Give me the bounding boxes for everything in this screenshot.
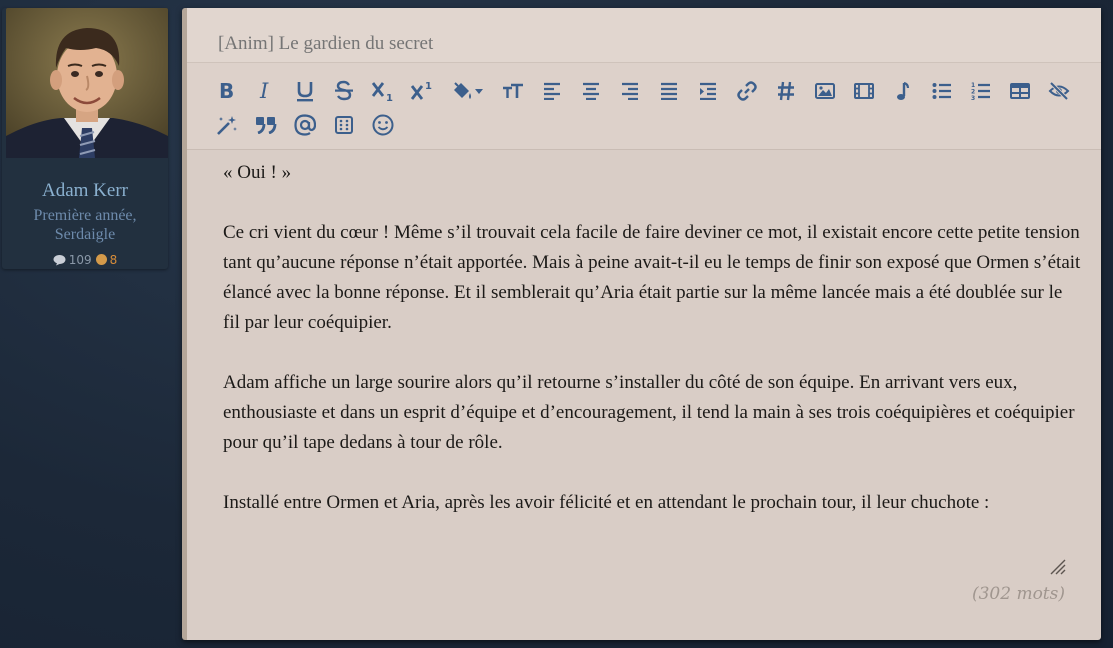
paragraph-4: Installé entre Ormen et Aria, après les …	[223, 492, 990, 513]
table-button[interactable]	[1000, 76, 1039, 106]
mention-button[interactable]	[285, 110, 324, 140]
at-sign-icon	[293, 114, 316, 136]
post-body-textarea[interactable]: « Oui ! » Ce cri vient du cœur ! Même s’…	[223, 158, 1083, 548]
points-count: 8	[109, 253, 118, 267]
table-icon	[1009, 83, 1030, 99]
bold-button[interactable]: B	[207, 76, 246, 106]
link-icon	[736, 81, 757, 101]
dice-icon	[334, 116, 353, 134]
image-icon	[814, 83, 835, 99]
align-justify-icon	[660, 82, 677, 100]
italic-button[interactable]: I	[246, 76, 285, 106]
title-input[interactable]	[187, 8, 1101, 62]
film-icon	[853, 83, 874, 99]
toolbar-row-2	[207, 110, 402, 140]
profile-rank-year: Première année,	[33, 207, 137, 224]
post-editor: B I 1 1	[182, 8, 1101, 640]
smiley-icon	[372, 114, 393, 136]
italic-icon: I	[259, 81, 269, 101]
font-size-button[interactable]	[493, 76, 532, 106]
indent-icon	[699, 82, 716, 100]
underline-button[interactable]	[285, 76, 324, 106]
paragraph-1: « Oui ! »	[223, 162, 292, 183]
svg-text:3: 3	[971, 95, 975, 101]
profile-name[interactable]: Adam Kerr	[2, 180, 168, 202]
magic-wand-icon	[216, 116, 237, 135]
emoji-button[interactable]	[363, 110, 402, 140]
link-button[interactable]	[727, 76, 766, 106]
post-count: 109	[68, 253, 92, 267]
numbered-list-icon: 123	[971, 82, 990, 101]
profile-rank-house: Serdaigle	[54, 226, 116, 243]
align-left-icon	[543, 82, 560, 100]
svg-text:1: 1	[386, 93, 393, 102]
avatar-portrait	[6, 8, 168, 158]
subscript-icon: 1	[371, 82, 393, 102]
hide-button[interactable]	[1039, 76, 1078, 106]
fill-color-icon	[454, 82, 483, 99]
align-left-button[interactable]	[532, 76, 571, 106]
superscript-button[interactable]: 1	[402, 76, 441, 106]
dice-button[interactable]	[324, 110, 363, 140]
video-button[interactable]	[844, 76, 883, 106]
fill-color-button[interactable]	[441, 76, 493, 106]
font-size-icon	[502, 83, 523, 98]
paragraph-3: Adam affiche un large sourire alors qu’i…	[223, 372, 1075, 453]
align-justify-button[interactable]	[649, 76, 688, 106]
profile-card: Adam Kerr Première année, Serdaigle 109 8	[2, 8, 168, 269]
align-center-button[interactable]	[571, 76, 610, 106]
subscript-button[interactable]: 1	[363, 76, 402, 106]
quote-icon	[255, 117, 276, 134]
svg-text:1: 1	[425, 81, 432, 92]
indent-button[interactable]	[688, 76, 727, 106]
strikethrough-button[interactable]	[324, 76, 363, 106]
numbered-list-button[interactable]: 123	[961, 76, 1000, 106]
image-button[interactable]	[805, 76, 844, 106]
eye-slash-icon	[1048, 82, 1069, 100]
music-note-icon	[896, 81, 909, 100]
editor-toolbar: B I 1 1 1 2 3	[187, 62, 1101, 150]
quote-button[interactable]	[246, 110, 285, 140]
strikethrough-icon	[334, 80, 353, 101]
hashtag-icon	[777, 81, 794, 101]
music-button[interactable]	[883, 76, 922, 106]
coin-icon	[95, 254, 107, 265]
toolbar-row-1: B I 1 1 1 2 3	[207, 76, 1078, 106]
svg-text:B: B	[219, 81, 234, 101]
align-right-button[interactable]	[610, 76, 649, 106]
magic-wand-button[interactable]	[207, 110, 246, 140]
profile-stats: 109 8	[2, 253, 168, 269]
align-right-icon	[621, 82, 638, 100]
bullet-list-button[interactable]	[922, 76, 961, 106]
paragraph-2: Ce cri vient du cœur ! Même s’il trouvai…	[223, 222, 1081, 333]
avatar[interactable]	[6, 8, 168, 158]
resize-handle-icon[interactable]	[1048, 557, 1066, 575]
superscript-icon: 1	[410, 81, 432, 100]
svg-text:I: I	[259, 81, 269, 101]
hashtag-button[interactable]	[766, 76, 805, 106]
profile-rank: Première année, Serdaigle	[2, 206, 168, 244]
word-count: (302 mots)	[971, 584, 1065, 604]
speech-bubble-icon	[53, 254, 66, 269]
align-center-icon	[582, 82, 599, 100]
underline-icon	[296, 82, 313, 102]
bullet-list-icon	[932, 83, 951, 99]
bold-icon: B	[219, 81, 234, 101]
